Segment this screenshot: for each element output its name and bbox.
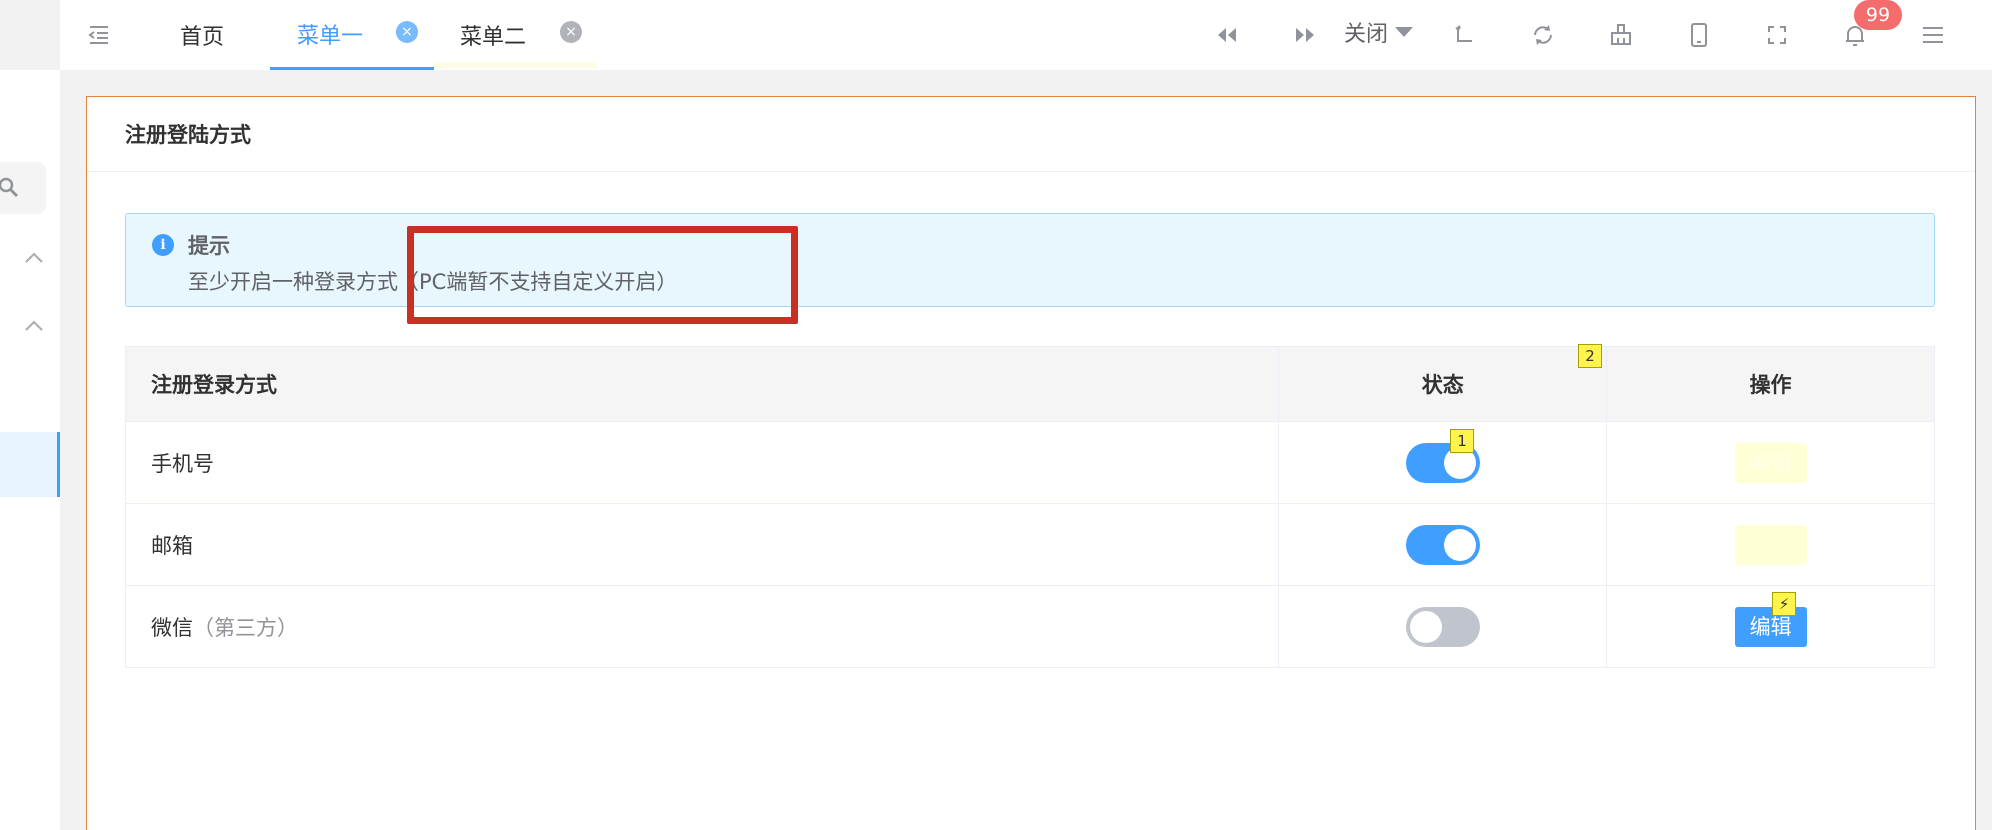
action-cell: 编辑 — [1606, 585, 1935, 668]
column-header-action: 操作 — [1606, 346, 1935, 422]
method-name: 手机号 — [124, 421, 1280, 504]
menu-fold-icon[interactable] — [86, 22, 112, 48]
edit-button-placeholder[interactable] — [1734, 524, 1807, 565]
sidebar — [0, 70, 60, 830]
scroll-left-icon[interactable] — [1210, 18, 1244, 52]
info-icon: i — [152, 234, 174, 256]
sidebar-search-button[interactable] — [0, 162, 46, 214]
mobile-icon[interactable] — [1682, 18, 1716, 52]
chevron-up-icon[interactable] — [24, 316, 44, 336]
status-cell — [1278, 503, 1608, 586]
method-name: 邮箱 — [124, 503, 1280, 586]
edit-button[interactable]: 编辑 — [1734, 442, 1807, 483]
tab-home[interactable]: 首页 — [180, 0, 224, 70]
method-name: 微信 — [151, 615, 193, 640]
chevron-up-icon[interactable] — [24, 248, 44, 268]
fullscreen-icon[interactable] — [1760, 18, 1794, 52]
refresh-icon[interactable] — [1526, 18, 1560, 52]
caret-down-icon — [1395, 27, 1414, 37]
action-cell — [1606, 503, 1935, 586]
menu-icon[interactable] — [1916, 18, 1950, 52]
search-icon — [0, 177, 19, 198]
annotation-highlight-box — [407, 226, 798, 324]
card-title: 注册登陆方式 — [87, 97, 1975, 172]
clear-cache-icon[interactable] — [1604, 18, 1638, 52]
table-row: 手机号 编辑 — [124, 421, 1935, 504]
status-toggle[interactable] — [1405, 524, 1480, 565]
login-methods-card: 注册登陆方式 i 提示 至少开启一种登录方式（PC端暂不支持自定义开启） 注册登… — [86, 96, 1976, 830]
column-header-status: 状态 — [1278, 346, 1608, 422]
annotation-marker: 1 — [1450, 429, 1474, 453]
table-header-row: 注册登录方式 状态 操作 — [124, 346, 1935, 422]
login-methods-table: 注册登录方式 状态 操作 手机号 编辑 邮箱 微信（第三方） 编辑 — [124, 346, 1935, 668]
status-toggle[interactable] — [1405, 606, 1480, 647]
table-row: 邮箱 — [124, 503, 1935, 586]
tip-alert: i 提示 至少开启一种登录方式（PC端暂不支持自定义开启） — [125, 213, 1935, 307]
alert-title: 提示 — [188, 234, 230, 258]
method-name-cell: 微信（第三方） — [124, 585, 1280, 668]
column-header-method: 注册登录方式 — [124, 346, 1280, 422]
status-cell — [1278, 421, 1608, 504]
tab-menu-one-close-icon[interactable]: × — [396, 21, 418, 43]
back-icon[interactable] — [1448, 18, 1482, 52]
tab-menu-two-close-icon[interactable]: × — [560, 21, 582, 43]
status-cell — [1278, 585, 1608, 668]
toggle-knob — [1409, 610, 1442, 643]
table-row: 微信（第三方） 编辑 — [124, 585, 1935, 668]
close-dropdown-label: 关闭 — [1344, 22, 1389, 47]
lightning-icon: ⚡ — [1772, 592, 1796, 616]
top-bar: 首页 菜单一 × 菜单二 × 关闭 99 — [60, 0, 1992, 70]
scroll-right-icon[interactable] — [1288, 18, 1322, 52]
close-dropdown[interactable]: 关闭 — [1344, 0, 1414, 64]
method-suffix: （第三方） — [193, 615, 298, 640]
notification-badge: 99 — [1854, 0, 1902, 30]
annotation-marker: 2 — [1578, 344, 1602, 368]
toggle-knob — [1443, 528, 1476, 561]
sidebar-item-active[interactable] — [0, 432, 60, 497]
action-cell: 编辑 — [1606, 421, 1935, 504]
